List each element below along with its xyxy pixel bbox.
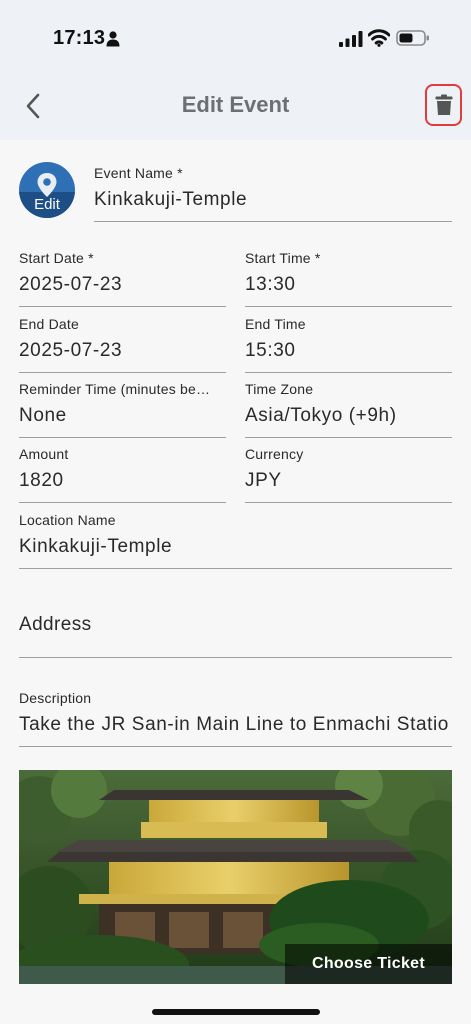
trash-icon — [435, 94, 452, 115]
field-underline — [19, 746, 452, 747]
currency-label: Currency — [245, 446, 304, 462]
status-time: 17:13 — [53, 27, 106, 49]
event-form: Edit Event Name * Kinkakuji-Temple Start… — [0, 140, 471, 1024]
battery-icon — [396, 30, 429, 46]
start-time-field[interactable]: Start Time * 13:30 — [245, 250, 452, 307]
end-date-field[interactable]: End Date 2025-07-23 — [19, 316, 226, 373]
field-underline — [19, 306, 226, 307]
currency-field[interactable]: Currency JPY — [245, 446, 452, 503]
event-name-value: Kinkakuji-Temple — [94, 189, 248, 210]
amount-value: 1820 — [19, 470, 64, 491]
event-photo[interactable]: Choose Ticket — [19, 770, 452, 984]
currency-value: JPY — [245, 470, 282, 491]
person-icon — [106, 31, 120, 47]
event-name-label: Event Name * — [94, 165, 183, 181]
field-underline — [245, 372, 452, 373]
end-time-value: 15:30 — [245, 340, 296, 361]
start-time-value: 13:30 — [245, 274, 296, 295]
end-date-value: 2025-07-23 — [19, 340, 123, 361]
field-underline — [245, 437, 452, 438]
reminder-time-label: Reminder Time (minutes be… — [19, 381, 211, 397]
home-indicator — [152, 1009, 320, 1015]
delete-button[interactable] — [425, 84, 462, 126]
time-zone-field[interactable]: Time Zone Asia/Tokyo (+9h) — [245, 381, 452, 438]
event-image-edit-button[interactable]: Edit — [19, 162, 75, 218]
field-underline — [245, 306, 452, 307]
time-zone-label: Time Zone — [245, 381, 314, 397]
field-underline — [19, 502, 226, 503]
location-name-field[interactable]: Location Name Kinkakuji-Temple — [19, 512, 452, 569]
location-name-label: Location Name — [19, 512, 116, 528]
location-name-value: Kinkakuji-Temple — [19, 536, 173, 557]
avatar-edit-label: Edit — [34, 196, 60, 213]
page-title: Edit Event — [181, 92, 290, 117]
end-date-label: End Date — [19, 316, 79, 332]
description-value: Take the JR San-in Main Line to Enmachi … — [19, 714, 449, 735]
end-time-label: End Time — [245, 316, 306, 332]
cellular-signal-icon — [339, 31, 363, 47]
address-field[interactable]: Address — [19, 614, 452, 658]
wifi-icon — [368, 29, 390, 47]
status-bar: 17:13 — [0, 0, 471, 72]
field-underline — [245, 502, 452, 503]
time-zone-value: Asia/Tokyo (+9h) — [245, 405, 397, 426]
field-underline — [19, 372, 226, 373]
end-time-field[interactable]: End Time 15:30 — [245, 316, 452, 373]
address-label: Address — [19, 614, 92, 635]
start-date-value: 2025-07-23 — [19, 274, 123, 295]
field-underline — [94, 221, 452, 222]
description-label: Description — [19, 690, 92, 706]
amount-label: Amount — [19, 446, 69, 462]
location-pin-icon — [37, 173, 57, 197]
amount-field[interactable]: Amount 1820 — [19, 446, 226, 503]
field-underline — [19, 657, 452, 658]
choose-ticket-button[interactable]: Choose Ticket — [285, 944, 452, 984]
app-bar: Edit Event — [0, 72, 471, 140]
reminder-time-field[interactable]: Reminder Time (minutes be… None — [19, 381, 226, 438]
field-underline — [19, 568, 452, 569]
reminder-time-value: None — [19, 405, 67, 426]
start-date-label: Start Date * — [19, 250, 94, 266]
start-date-field[interactable]: Start Date * 2025-07-23 — [19, 250, 226, 307]
event-name-field[interactable]: Event Name * Kinkakuji-Temple — [94, 165, 452, 222]
start-time-label: Start Time * — [245, 250, 321, 266]
description-field[interactable]: Description Take the JR San-in Main Line… — [19, 690, 452, 747]
field-underline — [19, 437, 226, 438]
